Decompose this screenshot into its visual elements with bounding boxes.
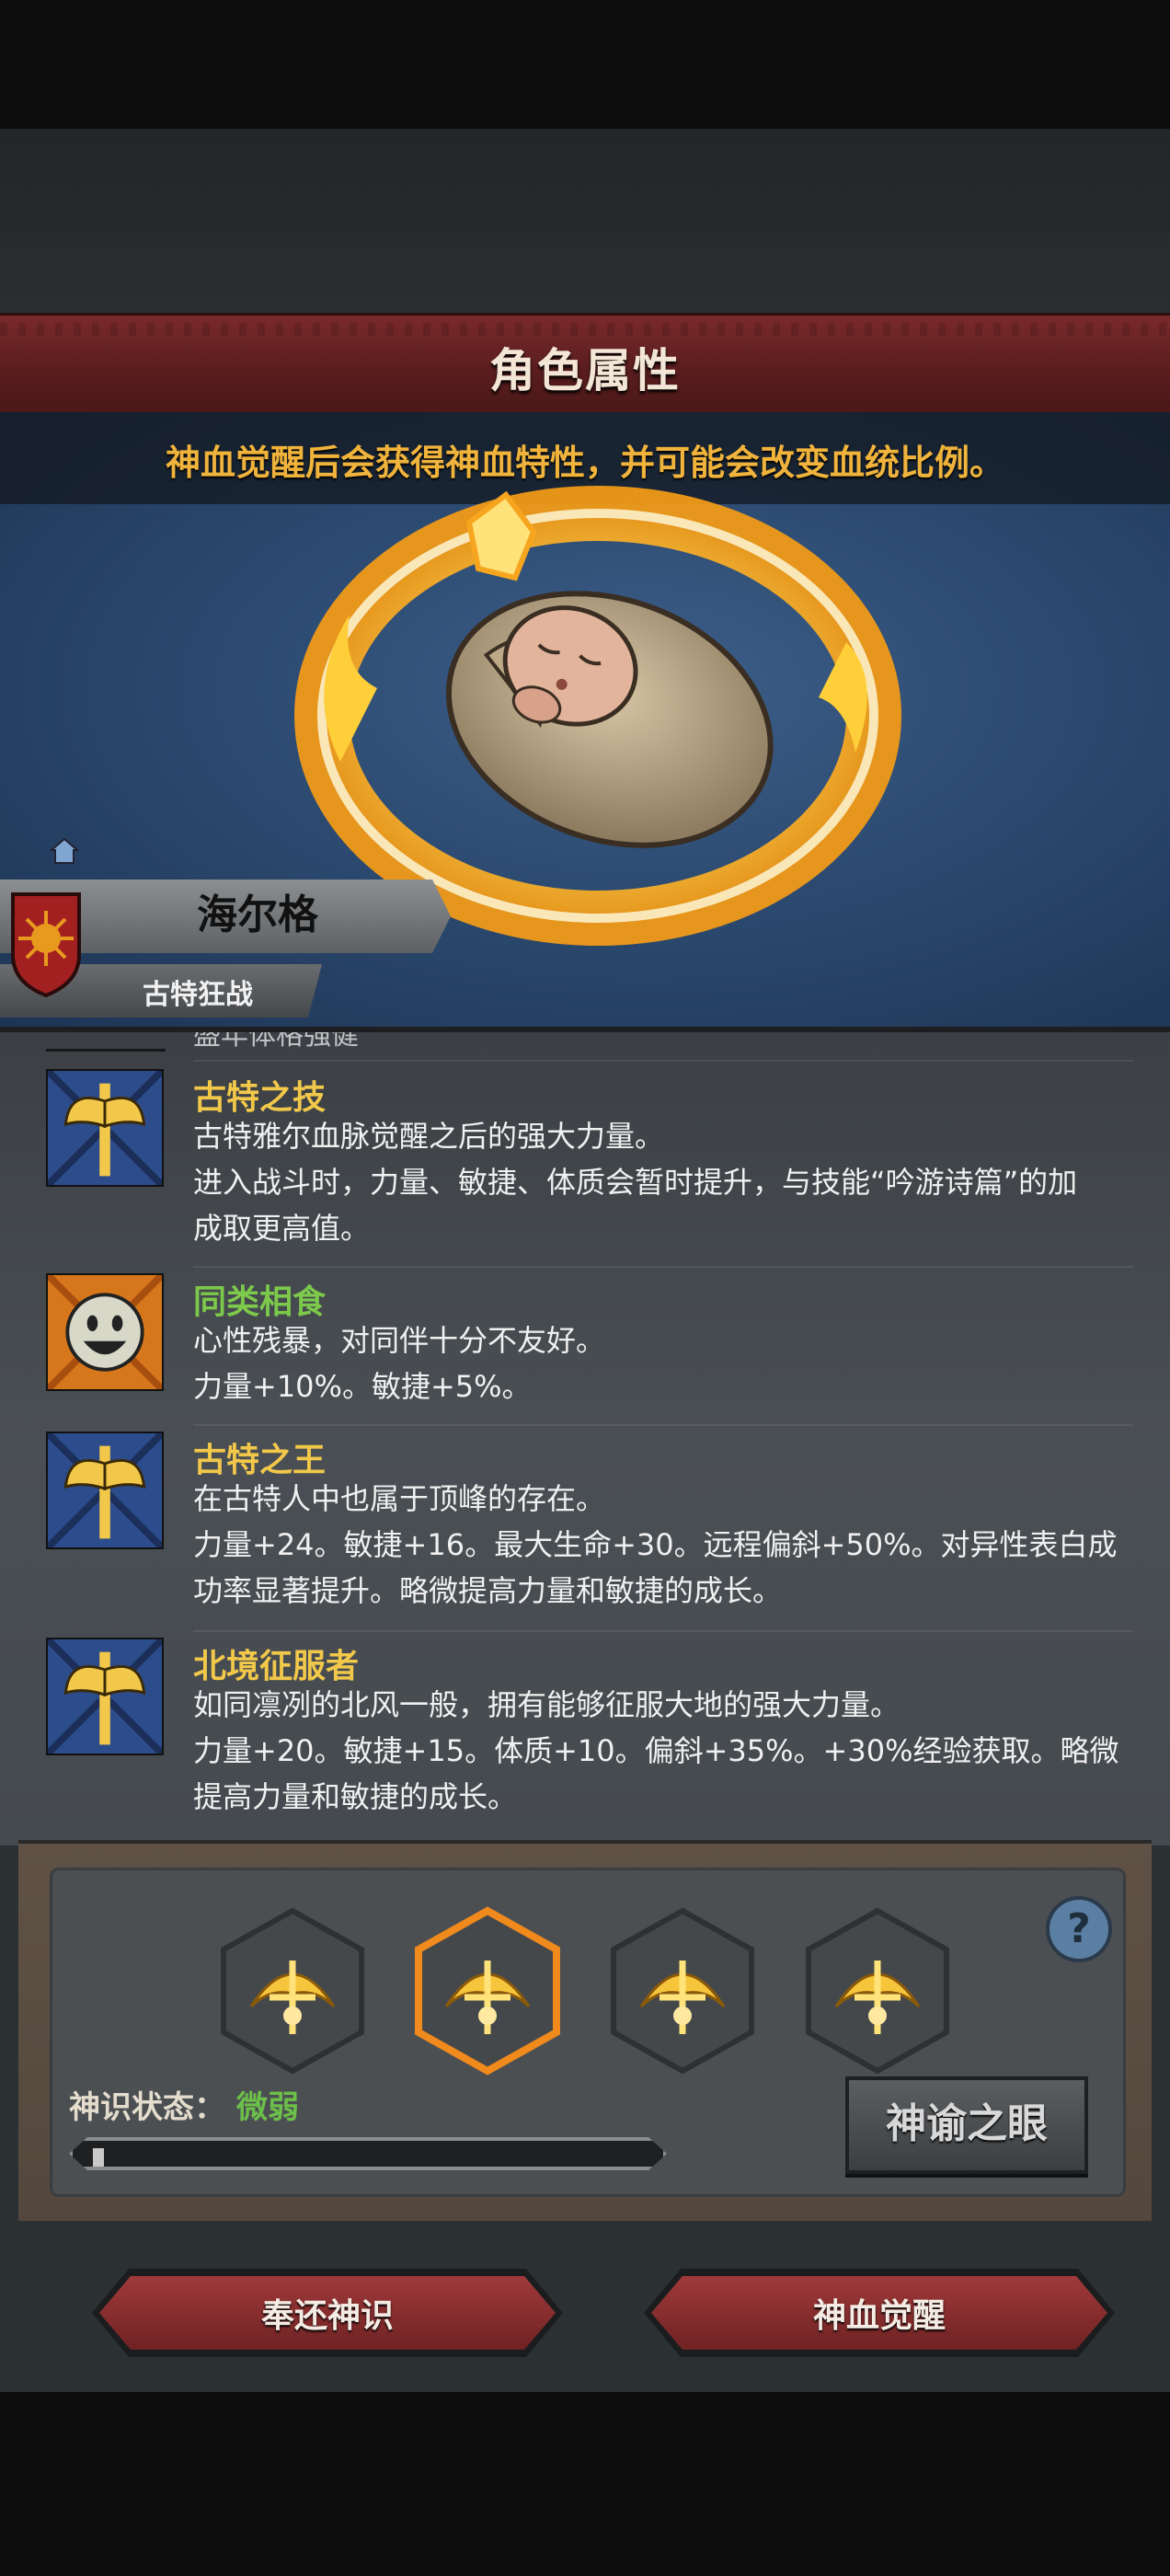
status-label: 神识状态： (69, 2089, 225, 2126)
oracle-eye-label: 神谕之眼 (886, 2100, 1048, 2147)
divine-rune-icon[interactable] (799, 1905, 956, 2076)
rune-panel: ? 神识状态： 微弱 神谕之眼 (50, 1868, 1126, 2197)
divine-sense-panel: ? 神识状态： 微弱 神谕之眼 (18, 1840, 1152, 2221)
home-icon (50, 837, 79, 864)
trait-line: 进入战斗时，力量、敏捷、体质会暂时提升，与技能“吟游诗篇”的加 (193, 1165, 1078, 1200)
trait-description: 古特雅尔血脉觉醒之后的强大力量。 进入战斗时，力量、敏捷、体质会暂时提升，与技能… (193, 1113, 1122, 1251)
character-name: 海尔格 (197, 891, 318, 938)
oracle-eye-button[interactable]: 神谕之眼 (845, 2076, 1088, 2174)
help-button[interactable]: ? (1046, 1896, 1112, 1962)
divider (193, 1266, 1133, 1268)
trait-line: 功率显著提升。略微提高力量和敏捷的成长。 (193, 1573, 783, 1608)
trait-name: 古特之王 (193, 1442, 327, 1479)
clan-shield-icon (11, 892, 81, 998)
trait-line: 提高力量和敏捷的成长。 (193, 1779, 518, 1814)
trait-description: 如同凛冽的北风一般，拥有能够征服大地的强大力量。 力量+20。敏捷+15。体质+… (193, 1682, 1122, 1820)
divider (193, 1424, 1133, 1426)
progress-fill (93, 2148, 104, 2167)
divine-rune-icon[interactable] (214, 1905, 371, 2076)
return-divine-sense-button[interactable]: 奉还神识 (92, 2269, 563, 2357)
trait-line: 心性残暴，对同伴十分不友好。 (193, 1323, 606, 1358)
trait-name: 古特之技 (193, 1079, 327, 1117)
return-divine-sense-label: 奉还神识 (260, 2297, 394, 2335)
trait-name: 北境征服者 (193, 1648, 360, 1685)
blood-awakening-button[interactable]: 神血觉醒 (644, 2269, 1115, 2357)
trait-description: 在古特人中也属于顶峰的存在。 力量+24。敏捷+16。最大生命+30。远程偏斜+… (193, 1476, 1122, 1614)
divine-rune-icon[interactable] (604, 1905, 761, 2076)
trait-line: 成取更高值。 (193, 1211, 371, 1246)
title-banner: 角色属性 (0, 313, 1170, 420)
divider (193, 1060, 1133, 1062)
divine-rune-icon-selected[interactable] (409, 1905, 566, 2076)
golden-axe-icon (46, 1638, 164, 1755)
list-divider (46, 1049, 166, 1052)
character-class: 古特狂战 (143, 979, 253, 1011)
trait-name: 同类相食 (193, 1283, 327, 1321)
grinning-face-icon (46, 1273, 164, 1391)
notice-text: 神血觉醒后会获得神血特性，并可能会改变血统比例。 (165, 443, 1004, 483)
trait-line: 力量+10%。敏捷+5%。 (193, 1369, 532, 1404)
divider (193, 1630, 1133, 1632)
status-value: 微弱 (236, 2089, 299, 2126)
trait-partial-text: 盛年体格强健 (193, 1027, 359, 1052)
blood-awakening-label: 神血觉醒 (812, 2297, 946, 2335)
help-icon: ? (1067, 1905, 1091, 1952)
golden-axe-icon (46, 1432, 164, 1549)
trait-list[interactable]: 盛年体格强健 古特之技 古特雅尔血脉觉醒之后的强大力量。 进入战斗时，力量、敏捷… (0, 1027, 1170, 1846)
trait-line: 如同凛冽的北风一般，拥有能够征服大地的强大力量。 (193, 1687, 900, 1722)
trait-description: 心性残暴，对同伴十分不友好。 力量+10%。敏捷+5%。 (193, 1317, 1122, 1409)
character-art-panel: 神血觉醒后会获得神血特性，并可能会改变血统比例。 海尔格 古特狂战 (0, 412, 1170, 1027)
divine-sense-progress-bar (69, 2137, 667, 2170)
page-title: 角色属性 (489, 344, 681, 397)
trait-line: 在古特人中也属于顶峰的存在。 (193, 1481, 606, 1516)
trait-line: 古特雅尔血脉觉醒之后的强大力量。 (193, 1119, 665, 1154)
trait-line: 力量+20。敏捷+15。体质+10。偏斜+35%。+30%经验获取。略微 (193, 1733, 1119, 1768)
golden-axe-icon (46, 1069, 164, 1187)
trait-line: 力量+24。敏捷+16。最大生命+30。远程偏斜+50%。对异性表白成 (193, 1527, 1118, 1562)
